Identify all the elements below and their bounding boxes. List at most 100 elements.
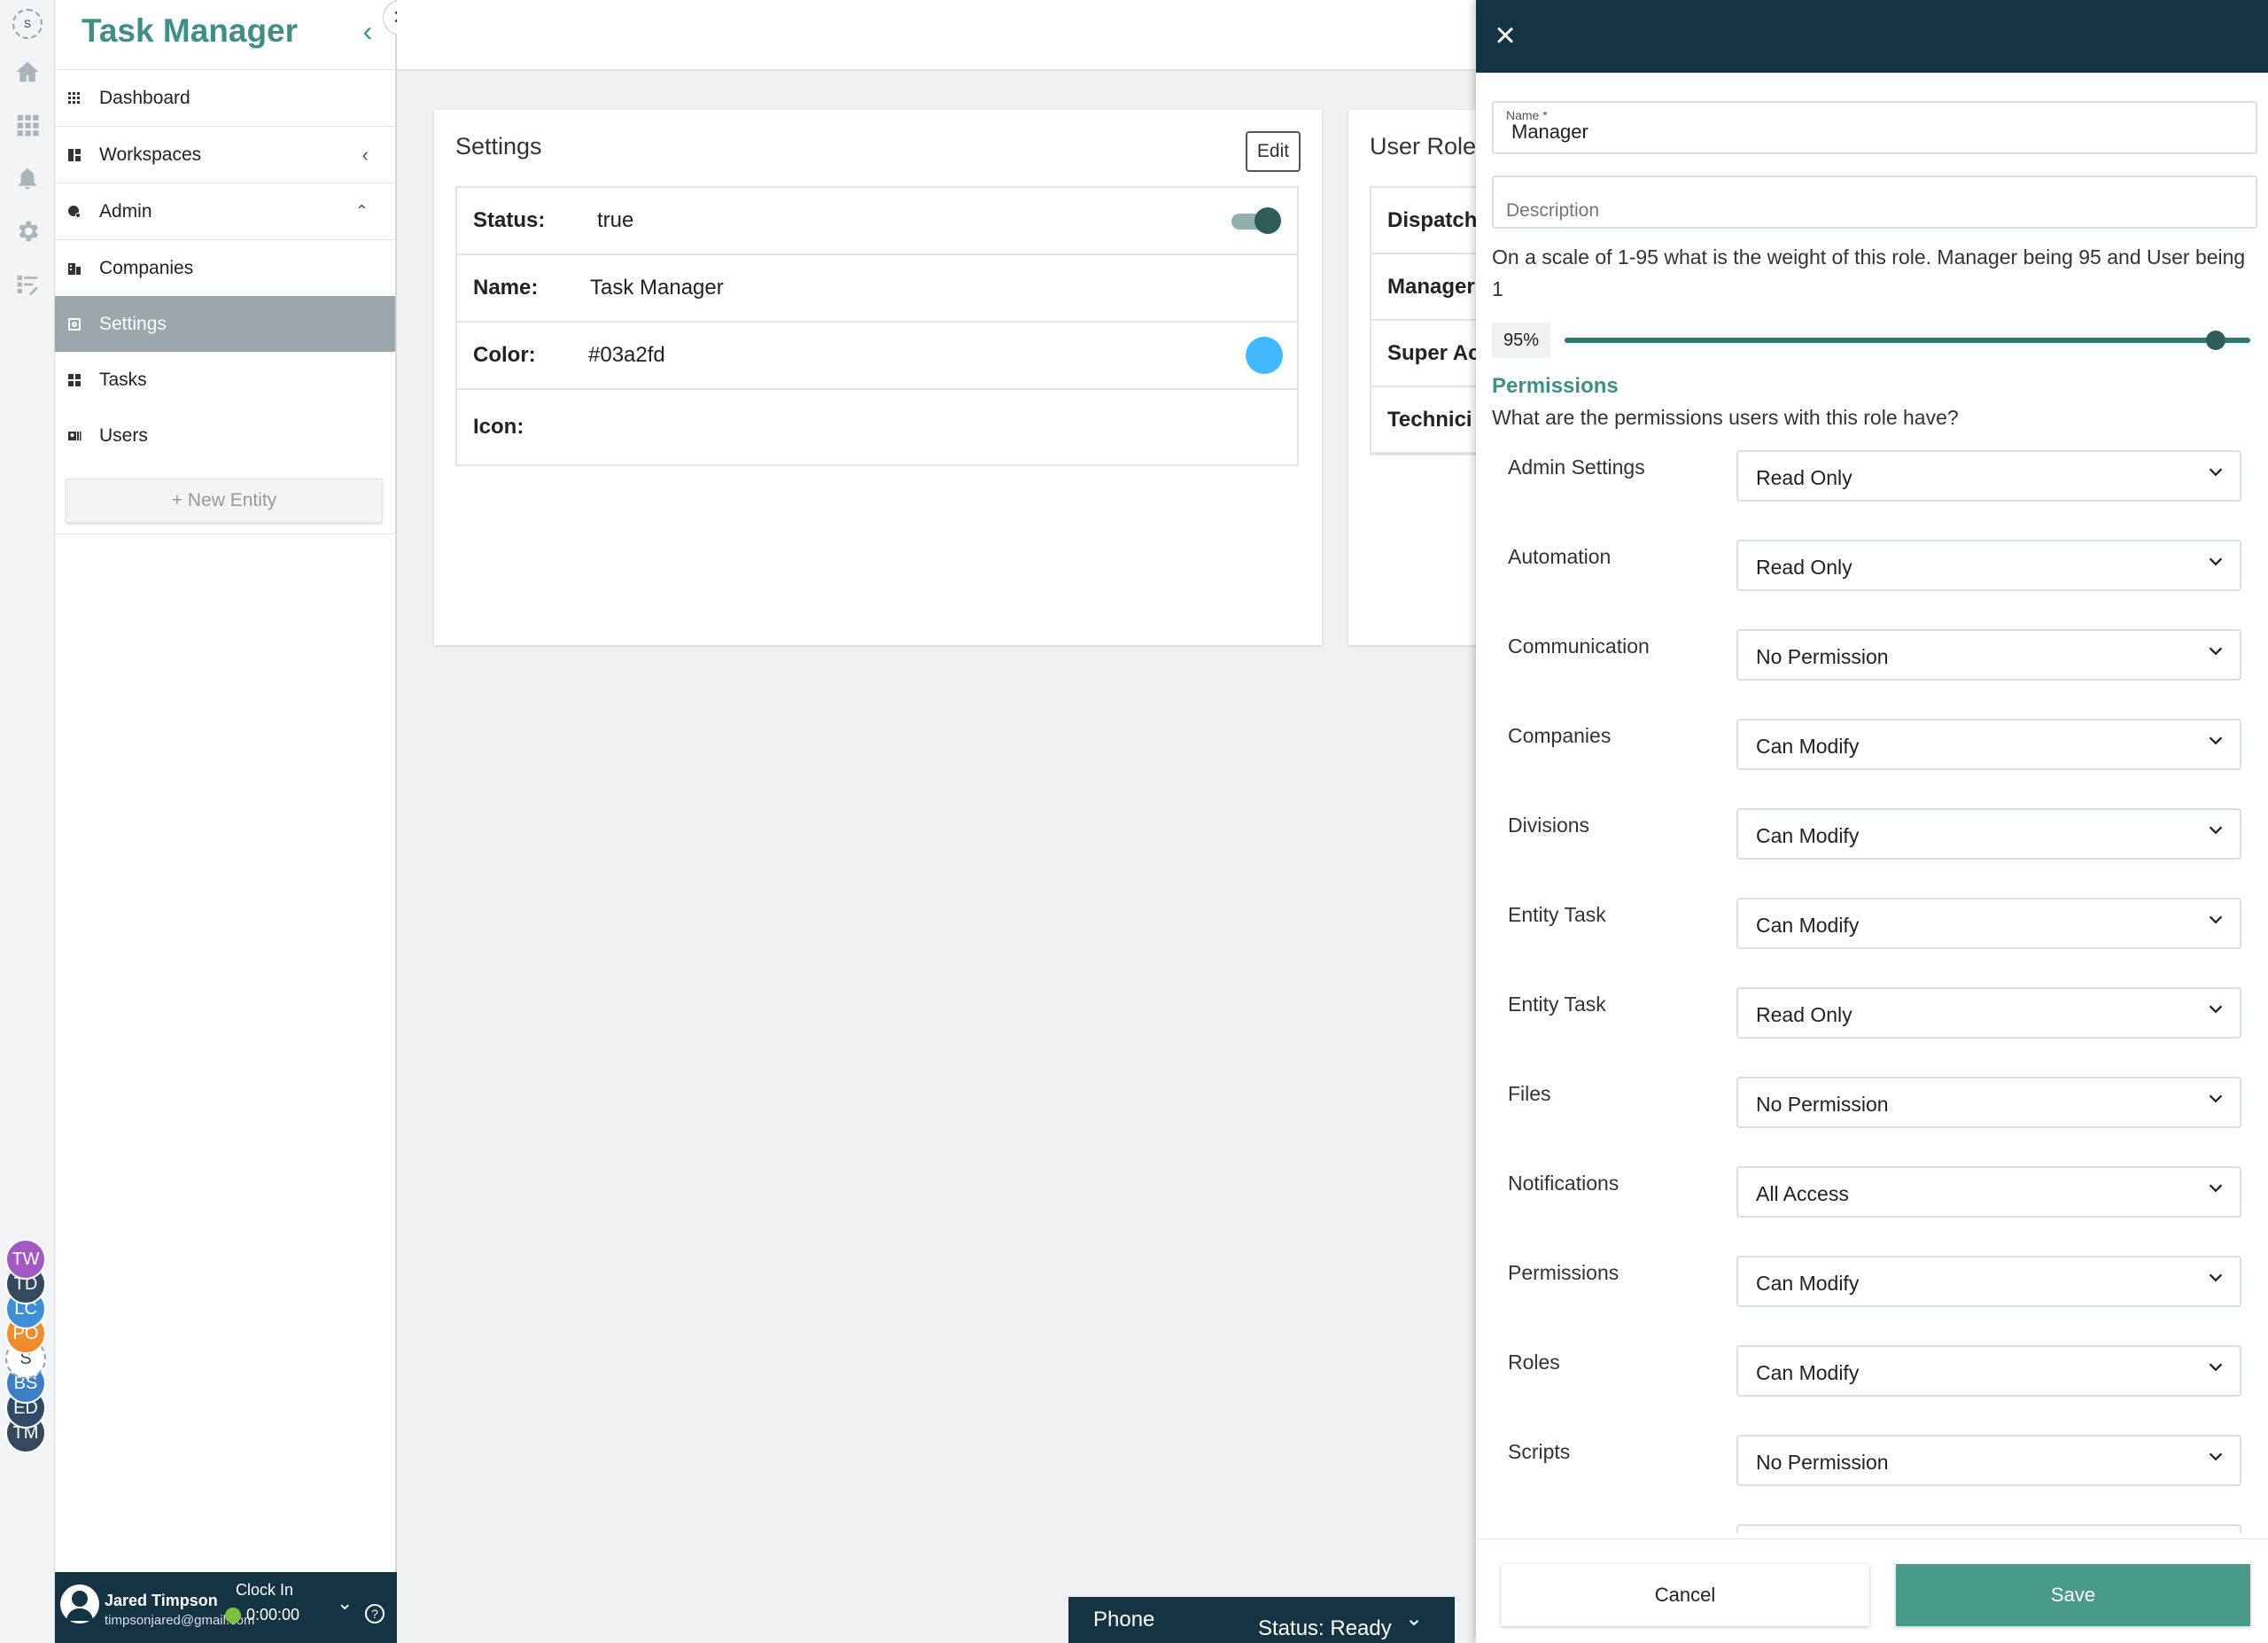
gear-icon[interactable]	[11, 214, 44, 248]
sidebar-item-admin[interactable]: Admin ⌃	[55, 183, 395, 240]
permission-select[interactable]: Can Modify	[1736, 719, 2241, 770]
phone-widget[interactable]: Phone Status: Ready ⌄	[1068, 1597, 1455, 1643]
permission-value: Can Modify	[1756, 914, 1860, 937]
sidebar-item-label: Settings	[99, 313, 167, 334]
admin-icon	[68, 205, 81, 218]
permission-label: Entity Task	[1508, 993, 1606, 1016]
name-input[interactable]	[1511, 121, 2238, 144]
sidebar-item-users[interactable]: Users	[55, 408, 395, 463]
settings-value: #03a2fd	[588, 343, 665, 367]
sidebar-item-workspaces[interactable]: Workspaces ‹	[55, 127, 395, 183]
avatar[interactable]: TW	[5, 1239, 46, 1280]
settings-row-color: Color: #03a2fd	[457, 323, 1297, 390]
slider-thumb[interactable]	[2206, 331, 2226, 350]
color-swatch[interactable]	[1246, 337, 1283, 374]
user-roles-title: User Roles	[1370, 133, 1488, 160]
permission-value: Can Modify	[1756, 1272, 1860, 1295]
settings-row-icon: Icon:	[457, 390, 1297, 464]
permissions-subtitle: What are the permissions users with this…	[1492, 406, 1959, 429]
permission-select[interactable]: Can Modify	[1736, 808, 2241, 860]
play-icon[interactable]	[225, 1607, 241, 1624]
collapse-sidebar-button[interactable]: ‹	[353, 16, 383, 46]
sidebar-item-tasks[interactable]: Tasks	[55, 352, 395, 408]
permission-row: Divisions Can Modify	[1476, 808, 2268, 898]
logo-icon[interactable]: S	[11, 7, 44, 41]
permission-select[interactable]: Can Modify	[1736, 1256, 2241, 1307]
permission-label: Entity Task	[1508, 903, 1606, 926]
permission-select[interactable]: Read Only	[1736, 987, 2241, 1039]
permission-row: Communication No Permission	[1476, 629, 2268, 719]
chevron-down-icon[interactable]: ⌄	[1405, 1606, 1423, 1631]
settings-label: Name:	[473, 276, 539, 300]
drawer-footer: Cancel Save	[1476, 1538, 2268, 1643]
settings-table: Status: true Name: Task Manager Color: #…	[455, 186, 1299, 466]
permission-select[interactable]: Can Modify	[1736, 898, 2241, 949]
sidebar-item-label: Dashboard	[99, 87, 190, 108]
permission-value: Can Modify	[1756, 824, 1860, 847]
permission-value: Read Only	[1756, 1003, 1852, 1026]
permission-row: Companies Can Modify	[1476, 719, 2268, 808]
chevron-up-icon: ⌃	[354, 202, 369, 220]
settings-icon	[68, 317, 81, 331]
help-icon[interactable]: ?	[365, 1604, 384, 1624]
close-icon[interactable]: ×	[1485, 16, 1526, 57]
permission-value: Read Only	[1756, 466, 1852, 489]
sidebar-item-settings[interactable]: Settings	[55, 296, 395, 352]
save-button[interactable]: Save	[1896, 1564, 2250, 1626]
permission-value: All Access	[1756, 1182, 1849, 1205]
permissions-list: Admin Settings Read Only Automation Read On…	[1476, 450, 2268, 1533]
permission-select[interactable]: Read Only	[1736, 540, 2241, 591]
edit-button[interactable]: Edit	[1246, 131, 1301, 172]
description-field[interactable]	[1492, 175, 2257, 229]
chevron-down-icon[interactable]: ⌄	[337, 1592, 353, 1615]
chevron-down-icon	[2209, 1363, 2223, 1372]
permission-select[interactable]: No Permission	[1736, 629, 2241, 681]
permission-row: Files No Permission	[1476, 1077, 2268, 1166]
weight-slider[interactable]	[1565, 326, 2250, 354]
chevron-left-icon: ‹	[361, 143, 369, 166]
permission-select[interactable]: Read Only	[1736, 450, 2241, 502]
clock-in-label[interactable]: Clock In	[236, 1581, 293, 1600]
permission-select[interactable]: Can Modify	[1736, 1345, 2241, 1397]
sidebar-item-dashboard[interactable]: Dashboard	[55, 70, 395, 127]
description-input[interactable]	[1506, 200, 2233, 222]
status-toggle[interactable]	[1231, 207, 1281, 234]
chevron-down-icon	[2209, 1184, 2223, 1193]
sidebar-item-companies[interactable]: Companies	[55, 240, 395, 296]
permission-label: Notifications	[1508, 1172, 1619, 1195]
permission-select[interactable]	[1736, 1524, 2241, 1533]
building-icon	[68, 262, 81, 275]
checklist-icon[interactable]	[11, 268, 44, 301]
permission-row: Scripts No Permission	[1476, 1435, 2268, 1524]
chevron-down-icon	[2209, 1452, 2223, 1461]
permission-label: Permissions	[1508, 1261, 1619, 1284]
permission-select[interactable]: No Permission	[1736, 1077, 2241, 1128]
clock-timer[interactable]: 0:00:00	[225, 1606, 299, 1624]
clock-time-value: 0:00:00	[246, 1606, 300, 1624]
name-field[interactable]: Name *	[1492, 101, 2257, 154]
weight-value: 95%	[1492, 323, 1550, 358]
permission-value: Can Modify	[1756, 735, 1860, 758]
new-entity-button[interactable]: + New Entity	[66, 479, 383, 523]
chevron-down-icon	[2209, 915, 2223, 924]
permission-label: Files	[1508, 1082, 1551, 1105]
settings-label: Color:	[473, 343, 536, 367]
permission-select[interactable]: No Permission	[1736, 1435, 2241, 1486]
bell-icon[interactable]	[11, 161, 44, 195]
home-icon[interactable]	[11, 55, 44, 89]
permission-label: Scripts	[1508, 1440, 1571, 1463]
apps-grid-icon[interactable]	[11, 108, 44, 142]
permission-value: Can Modify	[1756, 1361, 1860, 1384]
user-avatar-icon[interactable]	[60, 1585, 99, 1624]
permission-select[interactable]: All Access	[1736, 1166, 2241, 1218]
permission-row: Entity Task Can Modify	[1476, 898, 2268, 987]
permission-label: Divisions	[1508, 814, 1590, 837]
sidebar: Task Manager ‹ Dashboard Workspaces ‹ Ad…	[55, 0, 397, 1643]
permission-row: Users	[1476, 1524, 2268, 1533]
cancel-button[interactable]: Cancel	[1501, 1564, 1869, 1626]
permission-label: Users	[1508, 1530, 1561, 1533]
role-drawer: × Name * On a scale of 1-95 what is the …	[1476, 0, 2268, 1643]
phone-label: Phone	[1093, 1608, 1155, 1631]
settings-row-name: Name: Task Manager	[457, 255, 1297, 323]
chevron-down-icon	[2209, 1094, 2223, 1103]
